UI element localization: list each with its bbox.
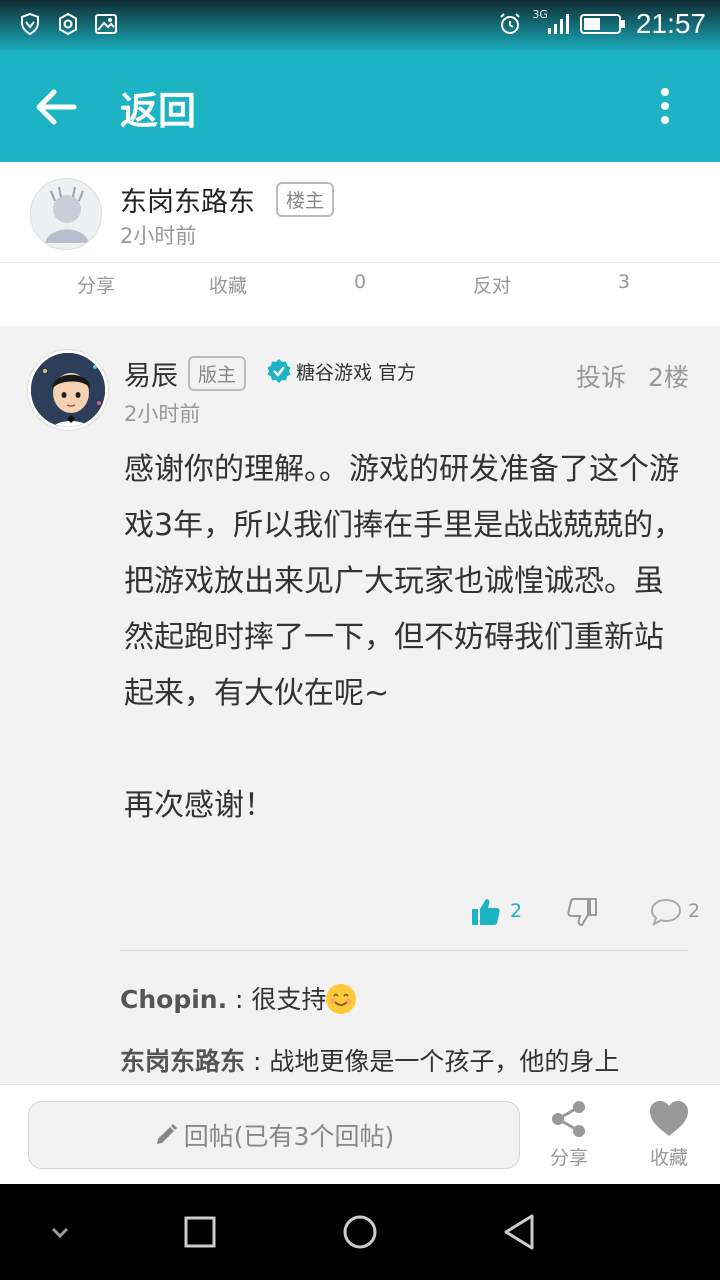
recents-icon[interactable] — [178, 1210, 222, 1254]
bottom-bar: 回帖(已有3个回帖) 分享 收藏 — [0, 1084, 720, 1184]
settings-icon — [59, 12, 77, 36]
separator: : — [245, 1047, 270, 1076]
comment-count-action[interactable]: 3 — [574, 271, 674, 293]
reply-input[interactable]: 回帖(已有3个回帖) — [28, 1101, 520, 1169]
network-type: 3G — [532, 7, 548, 21]
alarm-icon — [500, 13, 521, 34]
moderator-badge: 版主 — [188, 356, 247, 391]
more-options-icon[interactable] — [650, 86, 680, 126]
reply-tools: 2 2 — [0, 888, 720, 938]
op-header: 东岗东路东 楼主 2小时前 — [0, 162, 720, 262]
avatar-image — [45, 186, 89, 243]
op-avatar[interactable] — [30, 178, 102, 250]
op-action-bar: 分享 收藏 0 反对 3 — [0, 262, 720, 326]
chevron-down-icon[interactable] — [38, 1210, 82, 1254]
smile-emoji-icon — [326, 984, 357, 1014]
pencil-icon — [156, 1124, 177, 1144]
comment-count: 2 — [688, 900, 701, 922]
separator: : — [227, 985, 252, 1014]
report-button[interactable]: 投诉 — [576, 358, 626, 394]
op-badge: 楼主 — [276, 182, 335, 217]
share-icon — [552, 1101, 585, 1137]
comment-icon[interactable] — [650, 898, 682, 926]
thumbs-up-icon[interactable] — [470, 896, 502, 928]
sub-comment-text: 很支持 — [251, 985, 327, 1014]
floor-number: 2楼 — [648, 363, 689, 392]
clock: 21:57 — [635, 8, 706, 39]
app-bar: 返回 — [0, 50, 720, 162]
verified-icon — [267, 359, 291, 383]
divider — [120, 950, 688, 951]
like-count: 2 — [510, 900, 523, 922]
back-arrow-icon[interactable] — [30, 84, 80, 130]
heart-icon — [650, 1101, 688, 1136]
official-label: 糖谷游戏 官方 — [296, 362, 417, 384]
favorite-label: 收藏 — [649, 1147, 688, 1169]
share-action[interactable]: 分享 — [46, 271, 146, 298]
sub-comment-user[interactable]: 东岗东路东 — [120, 1047, 245, 1076]
share-label: 分享 — [549, 1147, 588, 1169]
favorite-button[interactable]: 收藏 — [634, 1099, 704, 1170]
sub-comment[interactable]: Chopin. : 很支持 — [120, 980, 357, 1016]
reply-body: 感谢你的理解。。游戏的研发准备了这个游戏3年，所以我们捧在手里是战战兢兢的，把游… — [124, 452, 684, 823]
op-timestamp: 2小时前 — [120, 224, 197, 248]
reply-username[interactable]: 易辰 — [124, 354, 178, 393]
sub-comment[interactable]: 东岗东路东 : 战地更像是一个孩子，他的身上 — [120, 1042, 619, 1078]
sub-comment-text: 战地更像是一个孩子，他的身上 — [269, 1047, 620, 1076]
signal-icon — [547, 14, 569, 34]
shield-icon — [21, 12, 39, 36]
thumbs-down-icon[interactable] — [566, 896, 598, 928]
share-button[interactable]: 分享 — [534, 1099, 604, 1170]
back-icon[interactable] — [498, 1210, 542, 1254]
image-icon — [95, 14, 117, 34]
sub-comment-user[interactable]: Chopin. — [120, 985, 227, 1014]
status-bar: 3G 21:57 — [0, 0, 720, 50]
reply-avatar[interactable] — [28, 350, 108, 430]
avatar-image — [31, 353, 105, 427]
oppose-action[interactable]: 反对 — [442, 271, 542, 298]
reply-card: 易辰 版主 糖谷游戏 官方 投诉 2楼 2小时前 感谢你的理解。。游戏的研发准备… — [0, 328, 720, 1088]
system-nav-bar — [0, 1184, 720, 1280]
op-username[interactable]: 东岗东路东 — [120, 180, 255, 219]
like-count-action[interactable]: 0 — [310, 271, 410, 293]
reply-timestamp: 2小时前 — [124, 402, 201, 426]
battery-icon — [579, 14, 625, 34]
favorite-action[interactable]: 收藏 — [178, 271, 278, 298]
page-title[interactable]: 返回 — [120, 80, 196, 135]
home-icon[interactable] — [338, 1210, 382, 1254]
reply-placeholder: 回帖(已有3个回帖) — [183, 1122, 395, 1151]
